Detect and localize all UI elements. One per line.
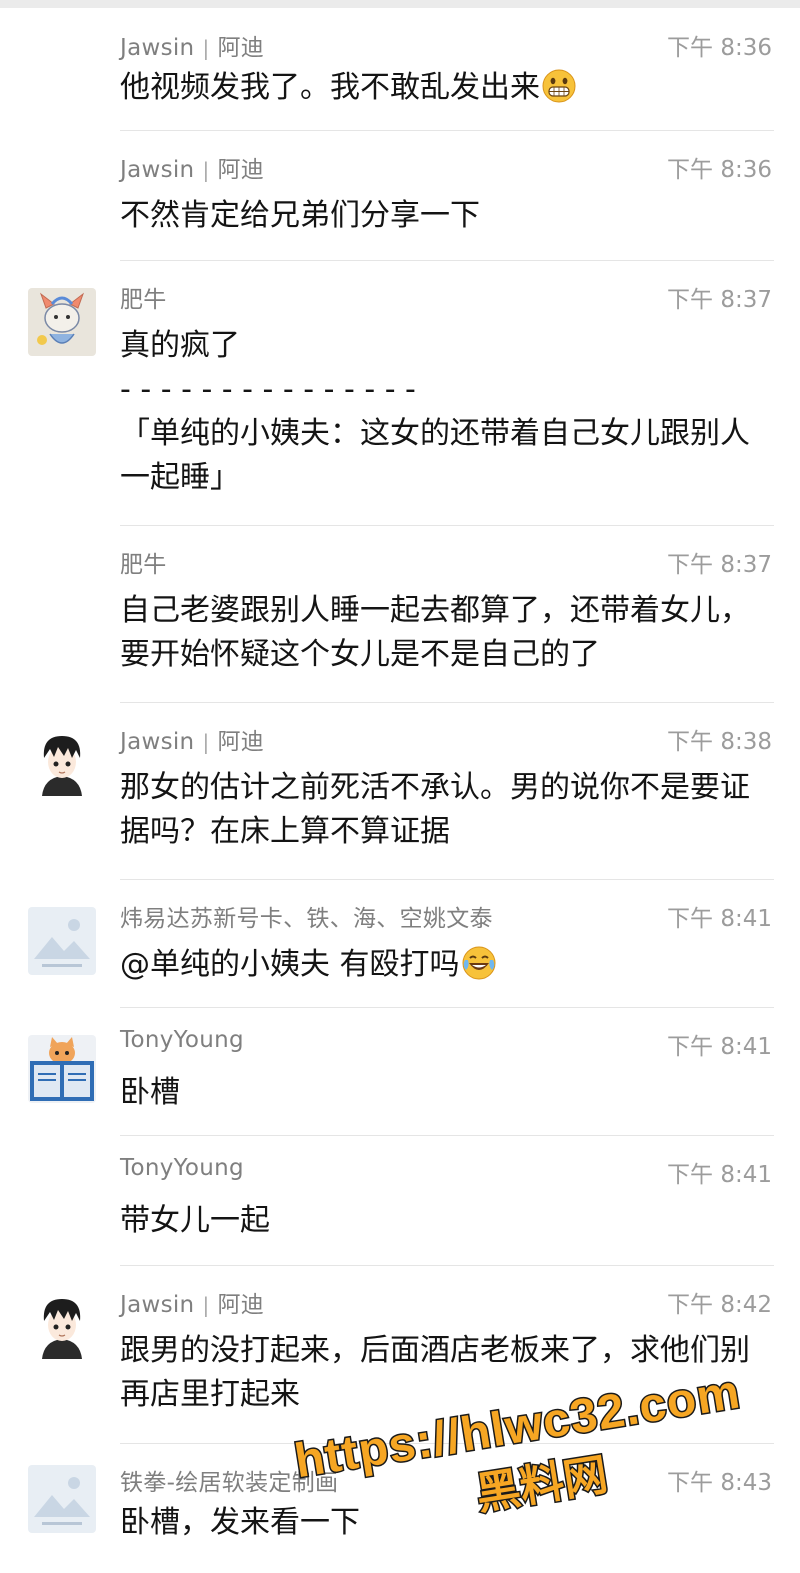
sender-name: TonyYoung (120, 1155, 244, 1181)
message-text: 不然肯定给兄弟们分享一下 (120, 198, 480, 233)
sender-name: 炜易达苏新号卡、铁、海、空姚文泰 (120, 906, 493, 932)
top-edge (0, 0, 800, 8)
message-row[interactable]: Jawsin | 阿迪 下午 8:36 不然肯定给兄弟们分享一下 (0, 130, 800, 260)
sender-name: 肥牛 (120, 552, 167, 578)
sender-name: Jawsin | 阿迪 (120, 1292, 265, 1318)
message-separator (120, 1265, 774, 1266)
message-time: 下午 8:41 (667, 906, 772, 932)
message-row[interactable]: Jawsin | 阿迪 下午 8:42 跟男的没打起来，后面酒店老板来了，求他们别再… (0, 1265, 800, 1443)
message-time: 下午 8:41 (667, 1034, 772, 1060)
message-row[interactable]: 肥牛 下午 8:37 真的疯了 - - - - - - - - - - - - … (0, 260, 800, 525)
grin-emoji-icon (542, 69, 576, 103)
message-separator (120, 1443, 774, 1444)
message-separator (120, 525, 774, 526)
message-time: 下午 8:43 (667, 1470, 772, 1496)
placeholder-avatar[interactable] (28, 1465, 96, 1533)
message-text: 卧槽 (120, 1075, 180, 1110)
message-row[interactable]: 炜易达苏新号卡、铁、海、空姚文泰 下午 8:41 @单纯的小姨夫 有殴打吗 (0, 879, 800, 1007)
message-text: 真的疯了 - - - - - - - - - - - - - - - 「单纯的小… (120, 328, 750, 495)
message-text: 卧槽，发来看一下 (120, 1505, 360, 1540)
placeholder-avatar[interactable] (28, 907, 96, 975)
message-text: 他视频发我了。我不敢乱发出来 (120, 66, 760, 110)
message-time: 下午 8:41 (667, 1162, 772, 1188)
message-text: 自己老婆跟别人睡一起去都算了，还带着女儿，要开始怀疑这个女儿是不是自己的了 (120, 593, 750, 672)
message-text: 跟男的没打起来，后面酒店老板来了，求他们别再店里打起来 (120, 1333, 750, 1412)
message-text: 带女儿一起 (120, 1203, 270, 1238)
sender-name: 肥牛 (120, 287, 167, 313)
message-separator (120, 260, 774, 261)
sender-name: 铁拳-绘居软装定制画 (120, 1470, 339, 1496)
laugh-tears-emoji-icon (462, 946, 496, 980)
message-row[interactable]: TonyYoung 下午 8:41 带女儿一起 (0, 1135, 800, 1265)
sender-name: TonyYoung (120, 1027, 244, 1053)
sender-name: Jawsin | 阿迪 (120, 157, 265, 183)
message-text: 那女的估计之前死活不承认。男的说你不是要证据吗？在床上算不算证据 (120, 770, 750, 849)
message-time: 下午 8:37 (667, 287, 772, 313)
message-separator (120, 879, 774, 880)
anime-boy-avatar[interactable] (28, 1291, 96, 1359)
message-row[interactable]: Jawsin | 阿迪 下午 8:36 他视频发我了。我不敢乱发出来 (0, 8, 800, 130)
anime-boy-avatar[interactable] (28, 728, 96, 796)
message-separator (120, 1007, 774, 1008)
message-row[interactable]: TonyYoung 下午 8:41 卧槽 (0, 1007, 800, 1135)
message-time: 下午 8:42 (667, 1292, 772, 1318)
message-text: @单纯的小姨夫 有殴打吗 (120, 943, 760, 987)
message-time: 下午 8:38 (667, 729, 772, 755)
message-row[interactable]: 肥牛 下午 8:37 自己老婆跟别人睡一起去都算了，还带着女儿，要开始怀疑这个女… (0, 525, 800, 702)
message-row[interactable]: 铁拳-绘居软装定制画 下午 8:43 卧槽，发来看一下 (0, 1443, 800, 1573)
message-separator (120, 1135, 774, 1136)
message-time: 下午 8:36 (667, 157, 772, 183)
message-time: 下午 8:37 (667, 552, 772, 578)
message-row[interactable]: Jawsin | 阿迪 下午 8:38 那女的估计之前死活不承认。男的说你不是要证据… (0, 702, 800, 879)
message-time: 下午 8:36 (667, 35, 772, 61)
drawing-avatar[interactable] (28, 288, 96, 356)
sender-name: Jawsin | 阿迪 (120, 35, 265, 61)
book-cat-avatar[interactable] (28, 1035, 96, 1103)
message-separator (120, 130, 774, 131)
sender-name: Jawsin | 阿迪 (120, 729, 265, 755)
message-separator (120, 702, 774, 703)
